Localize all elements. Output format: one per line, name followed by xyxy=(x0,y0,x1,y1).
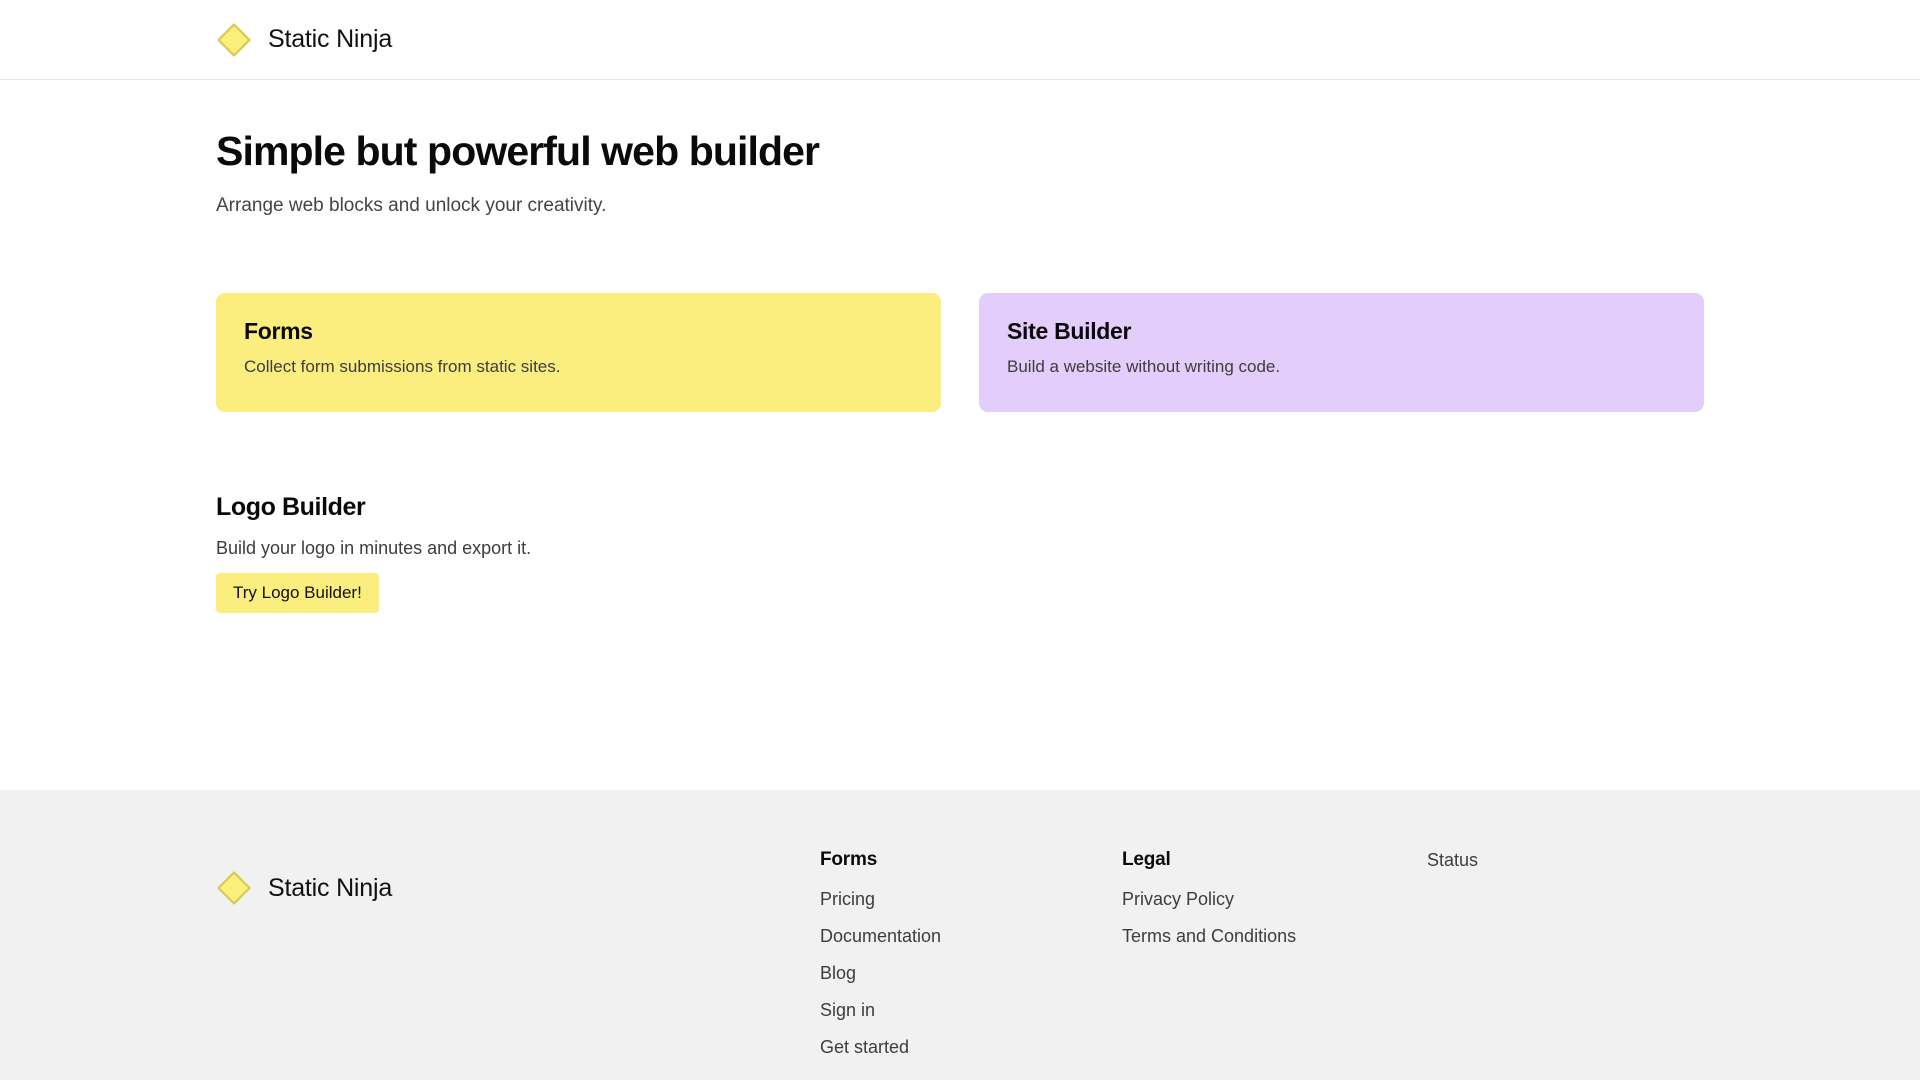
footer-link-documentation[interactable]: Documentation xyxy=(820,927,941,945)
diamond-logo-icon xyxy=(216,22,252,58)
main-content: Simple but powerful web builder Arrange … xyxy=(0,80,1920,790)
footer-link-pricing[interactable]: Pricing xyxy=(820,890,875,908)
footer-brand-link[interactable]: Static Ninja xyxy=(216,870,820,906)
feature-card-description: Collect form submissions from static sit… xyxy=(244,357,561,377)
site-header: Static Ninja xyxy=(0,0,1920,80)
page-root: Static Ninja Simple but powerful web bui… xyxy=(0,0,1920,1080)
site-footer: Static Ninja Forms Pricing Documentation… xyxy=(0,790,1920,1080)
feature-card-forms[interactable]: Forms Collect form submissions from stat… xyxy=(216,292,941,412)
footer-link-get-started[interactable]: Get started xyxy=(820,1038,909,1056)
footer-link-sign-in[interactable]: Sign in xyxy=(820,1001,875,1019)
feature-card-description: Build a website without writing code. xyxy=(1007,357,1281,377)
feature-card-title: Forms xyxy=(244,317,313,344)
feature-card-site-builder[interactable]: Site Builder Build a website without wri… xyxy=(979,292,1704,412)
footer-link-terms-and-conditions[interactable]: Terms and Conditions xyxy=(1122,927,1296,945)
footer-column-misc: Status xyxy=(1427,850,1667,869)
footer-link-status[interactable]: Status xyxy=(1427,851,1478,869)
footer-brand-column: Static Ninja xyxy=(216,850,820,906)
logo-builder-section: Logo Builder Build your logo in minutes … xyxy=(216,492,1704,613)
footer-link-blog[interactable]: Blog xyxy=(820,964,856,982)
page-title: Simple but powerful web builder xyxy=(216,128,820,174)
footer-column-forms: Forms Pricing Documentation Blog Sign in… xyxy=(820,850,1122,1056)
footer-column-legal: Legal Privacy Policy Terms and Condition… xyxy=(1122,850,1427,945)
footer-column-heading: Forms xyxy=(820,849,878,870)
footer-column-heading: Legal xyxy=(1122,849,1171,870)
feature-card-title: Site Builder xyxy=(1007,317,1132,344)
header-brand-name: Static Ninja xyxy=(268,25,393,53)
footer-link-privacy-policy[interactable]: Privacy Policy xyxy=(1122,890,1234,908)
hero-subtitle: Arrange web blocks and unlock your creat… xyxy=(216,195,607,217)
header-brand-link[interactable]: Static Ninja xyxy=(216,22,392,58)
feature-cards: Forms Collect form submissions from stat… xyxy=(216,292,1704,412)
logo-builder-description: Build your logo in minutes and export it… xyxy=(216,538,532,559)
try-logo-builder-button[interactable]: Try Logo Builder! xyxy=(216,572,379,613)
footer-brand-name: Static Ninja xyxy=(268,873,393,902)
hero-section: Simple but powerful web builder Arrange … xyxy=(216,80,1704,220)
diamond-logo-icon xyxy=(216,870,252,906)
logo-builder-title: Logo Builder xyxy=(216,492,366,521)
